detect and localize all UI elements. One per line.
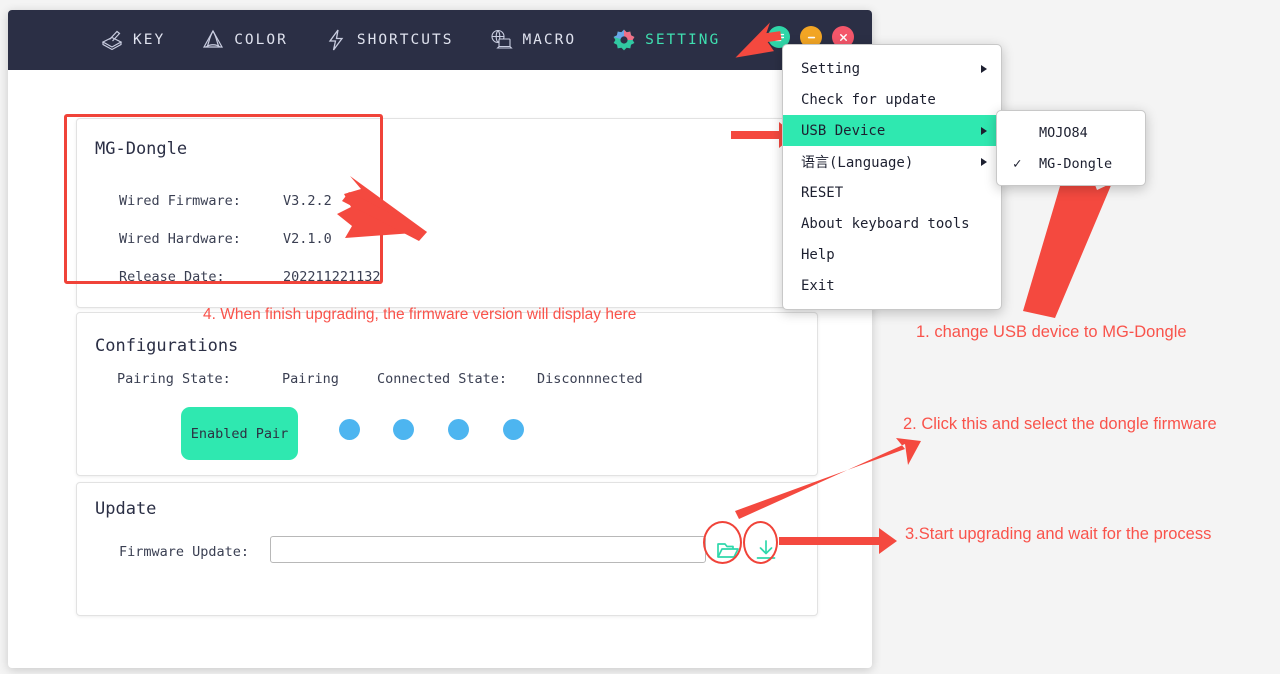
nav-label-setting: SETTING xyxy=(645,32,721,48)
chevron-right-icon xyxy=(981,157,987,166)
menu-item-label: About keyboard tools xyxy=(801,215,970,232)
menu-item-label: Setting xyxy=(801,60,861,77)
app-window: KEY COLOR SHORTCUTS MACRO SETTING MG-Don… xyxy=(8,10,872,668)
x-icon xyxy=(839,33,847,41)
nav-label-key: KEY xyxy=(133,32,166,48)
title-bar: KEY COLOR SHORTCUTS MACRO SETTING xyxy=(8,10,872,70)
submenu-item-label: MG-Dongle xyxy=(1039,155,1113,172)
browse-firmware-button[interactable] xyxy=(715,537,741,563)
enabled-pair-button[interactable]: Enabled Pair xyxy=(181,407,298,460)
firmware-update-label: Firmware Update: xyxy=(119,544,250,560)
menu-item-help[interactable]: Help xyxy=(783,239,1001,270)
release-date-value: 202211221132 xyxy=(283,269,381,285)
device-info-panel: MG-Dongle Wired Firmware: V3.2.2 Wired H… xyxy=(76,118,818,308)
pair-indicator-dot xyxy=(448,419,469,440)
menu-item-check-for-update[interactable]: Check for update xyxy=(783,84,1001,115)
annotation-step-2: 2. Click this and select the dongle firm… xyxy=(903,415,1217,433)
pair-indicator-dot xyxy=(393,419,414,440)
menu-item-label: Check for update xyxy=(801,91,936,108)
menu-item-setting[interactable]: Setting xyxy=(783,53,1001,84)
menu-item-about-keyboard-tools[interactable]: About keyboard tools xyxy=(783,208,1001,239)
menu-item-usb-device[interactable]: USB Device xyxy=(783,115,1001,146)
connected-state-value: Disconnnected xyxy=(537,371,643,387)
open-folder-icon xyxy=(717,543,739,558)
config-panel-title: Configurations xyxy=(95,336,239,356)
pairing-state-label: Pairing State: xyxy=(117,371,231,387)
menu-item-label: 语言(Language) xyxy=(801,154,914,171)
menu-item-reset[interactable]: RESET xyxy=(783,177,1001,208)
release-date-label: Release Date: xyxy=(119,269,225,285)
wired-hardware-label: Wired Hardware: xyxy=(119,231,241,247)
check-icon: ✓ xyxy=(1013,155,1022,172)
annotation-step-3: 3.Start upgrading and wait for the proce… xyxy=(905,525,1212,543)
arrow-to-submenu xyxy=(1023,167,1112,318)
pair-indicator-dot xyxy=(503,419,524,440)
menu-item-label: RESET xyxy=(801,184,844,201)
macro-laptop-icon xyxy=(489,28,514,52)
start-upgrade-button[interactable] xyxy=(753,537,779,563)
hamburger-icon xyxy=(774,33,784,41)
submenu-item-mojo84[interactable]: MOJO84 xyxy=(997,117,1145,148)
annotation-step-1: 1. change USB device to MG-Dongle xyxy=(916,323,1187,341)
chevron-right-icon xyxy=(981,126,987,135)
nav-label-shortcuts: SHORTCUTS xyxy=(356,32,454,48)
wired-hardware-value: V2.1.0 xyxy=(283,231,332,247)
nav-item-macro[interactable]: MACRO xyxy=(489,28,576,52)
usb-device-submenu: MOJO84 ✓ MG-Dongle xyxy=(996,110,1146,186)
firmware-update-input[interactable] xyxy=(270,536,706,563)
menu-item-language[interactable]: 语言(Language) xyxy=(783,146,1001,177)
wired-firmware-value: V3.2.2 xyxy=(283,193,332,209)
nav-label-color: COLOR xyxy=(234,32,288,48)
download-arrow-icon xyxy=(756,540,776,559)
gear-icon xyxy=(612,28,636,52)
main-nav: KEY COLOR SHORTCUTS MACRO SETTING xyxy=(100,28,756,52)
menu-item-exit[interactable]: Exit xyxy=(783,270,1001,301)
update-panel-title: Update xyxy=(95,499,157,519)
key-cap-icon xyxy=(100,28,124,52)
menu-item-label: USB Device xyxy=(801,122,886,139)
setting-menu: Setting Check for update USB Device 语言(L… xyxy=(782,44,1002,310)
nav-item-key[interactable]: KEY xyxy=(100,28,165,52)
menu-item-label: Exit xyxy=(801,277,835,294)
chevron-right-icon xyxy=(981,64,987,73)
connected-state-label: Connected State: xyxy=(377,371,508,387)
annotation-step-4: 4. When finish upgrading, the firmware v… xyxy=(203,306,637,323)
wired-firmware-label: Wired Firmware: xyxy=(119,193,241,209)
pairing-state-value: Pairing xyxy=(282,371,339,387)
pair-indicator-dot xyxy=(339,419,360,440)
submenu-item-mg-dongle[interactable]: ✓ MG-Dongle xyxy=(997,148,1145,179)
menu-item-label: Help xyxy=(801,246,835,263)
nav-item-shortcuts[interactable]: SHORTCUTS xyxy=(324,28,454,52)
submenu-item-label: MOJO84 xyxy=(1039,124,1088,141)
device-panel-title: MG-Dongle xyxy=(95,139,188,159)
nav-item-setting[interactable]: SETTING xyxy=(612,28,720,52)
screen: KEY COLOR SHORTCUTS MACRO SETTING MG-Don… xyxy=(0,0,1280,674)
color-palette-icon xyxy=(201,28,225,52)
minus-icon xyxy=(807,36,815,38)
nav-item-color[interactable]: COLOR xyxy=(201,28,288,52)
lightning-bolt-icon xyxy=(324,28,348,52)
nav-label-macro: MACRO xyxy=(522,32,577,48)
